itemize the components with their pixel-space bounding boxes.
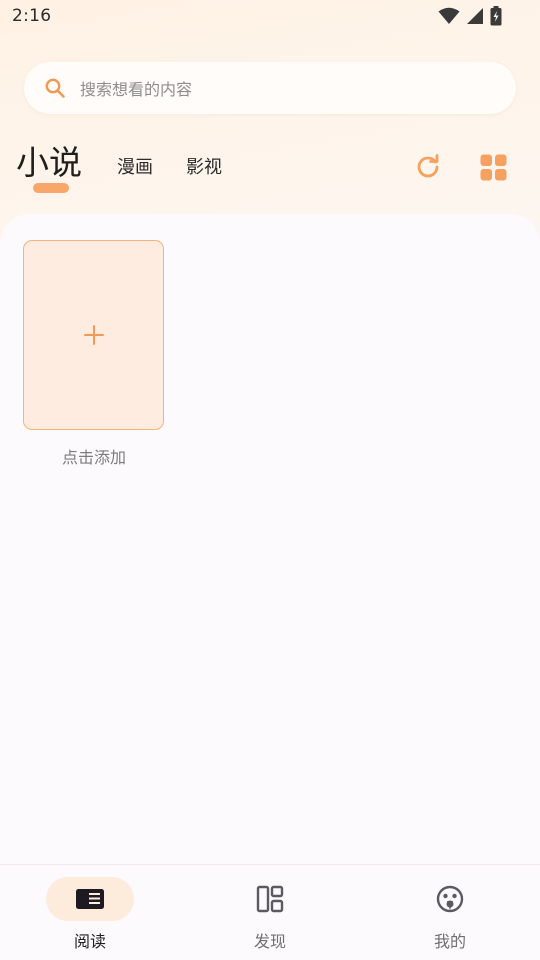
status-time: 2:16 bbox=[12, 6, 52, 26]
tab-video[interactable]: 影视 bbox=[186, 153, 222, 179]
search-bar[interactable]: 搜索想看的内容 bbox=[24, 62, 516, 114]
bottom-navigation: 阅读 发现 我的 bbox=[0, 864, 540, 960]
search-placeholder: 搜索想看的内容 bbox=[80, 80, 193, 99]
cellular-signal-icon bbox=[466, 7, 484, 25]
grid-icon[interactable] bbox=[480, 154, 507, 181]
search-icon bbox=[44, 77, 66, 99]
profile-icon bbox=[436, 885, 464, 913]
wifi-icon bbox=[438, 7, 460, 25]
nav-label-read: 阅读 bbox=[73, 932, 106, 951]
add-book-card[interactable] bbox=[23, 240, 164, 430]
nav-item-read[interactable]: 阅读 bbox=[0, 865, 180, 960]
tab-comic[interactable]: 漫画 bbox=[117, 153, 153, 179]
nav-label-discover: 发现 bbox=[253, 932, 286, 951]
refresh-icon[interactable] bbox=[414, 153, 442, 181]
app-screen: 2:16 搜索想看的内容 小说 漫画 影视 点击添加 阅读 发现 我的 bbox=[0, 0, 540, 960]
book-icon bbox=[76, 885, 104, 913]
active-tab-indicator bbox=[33, 183, 69, 193]
battery-icon bbox=[490, 6, 502, 26]
plus-icon bbox=[83, 324, 105, 346]
discover-icon bbox=[256, 885, 284, 913]
status-bar: 2:16 bbox=[0, 0, 540, 34]
add-book-label: 点击添加 bbox=[61, 448, 126, 467]
nav-label-profile: 我的 bbox=[433, 932, 466, 951]
nav-item-discover[interactable]: 发现 bbox=[180, 865, 360, 960]
nav-item-profile[interactable]: 我的 bbox=[360, 865, 540, 960]
bookshelf-panel: 点击添加 bbox=[0, 214, 540, 864]
status-icons bbox=[438, 6, 502, 26]
tab-novel[interactable]: 小说 bbox=[16, 136, 82, 184]
